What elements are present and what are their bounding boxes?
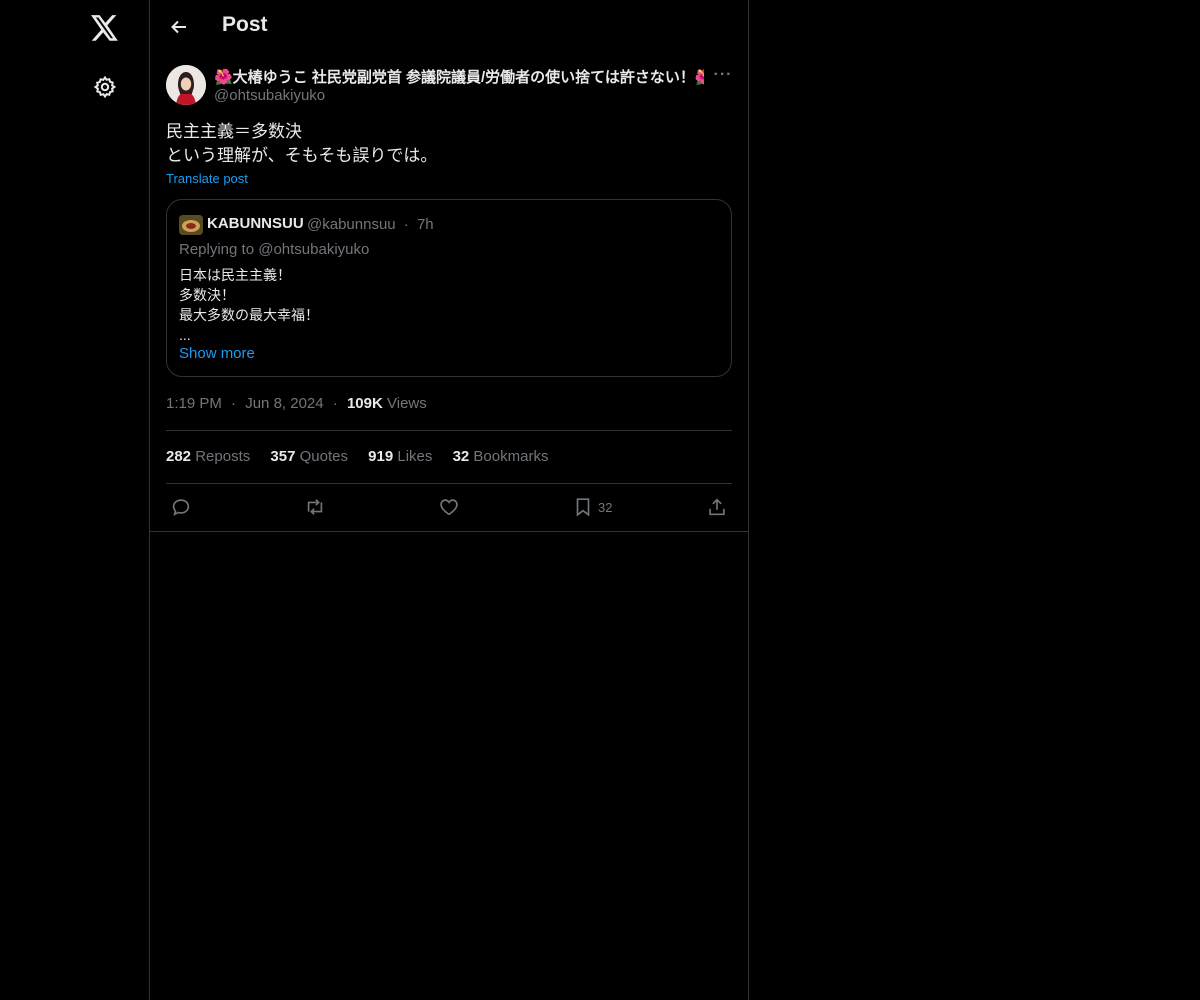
more-options-icon[interactable]: ··· xyxy=(712,65,734,85)
like-button[interactable] xyxy=(438,494,460,520)
bookmark-button[interactable]: 32 xyxy=(572,494,612,520)
reposts-label: Reposts xyxy=(195,448,251,465)
action-bar: 32 xyxy=(150,484,748,532)
page-title: Post xyxy=(222,13,268,36)
bookmarks-stat[interactable]: 32 Bookmarks xyxy=(453,448,549,465)
bookmarks-count: 32 xyxy=(452,448,470,465)
gear-icon[interactable] xyxy=(85,67,125,107)
quoted-author-name: KABUNNSUU xyxy=(207,215,304,232)
reposts-count: 282 xyxy=(166,448,192,465)
heart-icon xyxy=(440,499,458,516)
separator-dot: · xyxy=(403,216,409,233)
repost-icon xyxy=(307,499,323,515)
quoted-text-line: ... xyxy=(179,327,191,343)
show-more-link[interactable]: Show more xyxy=(179,345,255,362)
post-text-line: 民主主義＝多数決 xyxy=(166,122,302,141)
avatar[interactable] xyxy=(166,65,206,105)
engagement-stats: 282 Reposts 357 Quotes 919 Likes 32 Book… xyxy=(166,448,564,465)
separator-dot: · xyxy=(231,395,237,412)
sidebar xyxy=(0,0,150,1000)
author-handle[interactable]: @ohtsubakiyuko xyxy=(214,87,325,104)
post-date[interactable]: Jun 8, 2024 xyxy=(245,395,323,412)
reposts-stat[interactable]: 282 Reposts xyxy=(166,448,250,465)
quoted-author-handle: @kabunnsuu · 7h xyxy=(307,216,434,233)
views-count: 109K xyxy=(346,395,383,412)
back-arrow-icon[interactable] xyxy=(162,10,196,44)
post-text: 民主主義＝多数決 という理解が、そもそも誤りでは。 xyxy=(166,120,437,168)
bookmarks-label: Bookmarks xyxy=(473,448,549,465)
likes-stat[interactable]: 919 Likes xyxy=(368,448,432,465)
header: Post xyxy=(150,0,748,53)
bookmark-count: 32 xyxy=(598,499,613,515)
replying-to: Replying to @ohtsubakiyuko xyxy=(179,241,370,258)
quoted-time: 7h xyxy=(416,216,434,233)
quoted-text-line: 最大多数の最大幸福！ xyxy=(179,307,319,323)
quoted-text-line: 多数決！ xyxy=(179,287,235,303)
quoted-handle-text: @kabunnsuu xyxy=(307,216,396,233)
post-time[interactable]: 1:19 PM xyxy=(166,395,222,412)
quoted-text: 日本は民主主義！ 多数決！ 最大多数の最大幸福！ ... xyxy=(179,265,319,345)
post-column: Post 🌺大椿ゆうこ 社民党副党首 参議院議員/労働者の使い捨ては許さない！🌺… xyxy=(150,0,749,1000)
likes-label: Likes xyxy=(397,448,433,465)
repost-button[interactable] xyxy=(303,494,327,520)
quotes-count: 357 xyxy=(270,448,296,465)
divider xyxy=(166,430,732,431)
quoted-avatar xyxy=(179,215,203,235)
likes-count: 919 xyxy=(368,448,394,465)
x-logo-icon[interactable] xyxy=(85,8,125,48)
author-display-name[interactable]: 🌺大椿ゆうこ 社民党副党首 参議院議員/労働者の使い捨ては許さない！🌺 xyxy=(214,66,704,87)
share-icon xyxy=(709,498,725,516)
reply-button[interactable] xyxy=(170,494,192,520)
share-button[interactable] xyxy=(706,494,728,520)
post-metadata: 1:19 PM · Jun 8, 2024 · 109K Views xyxy=(166,395,427,412)
quoted-post[interactable]: KABUNNSUU @kabunnsuu · 7h Replying to @o… xyxy=(166,199,732,377)
separator-dot: · xyxy=(332,395,338,412)
post-text-line: という理解が、そもそも誤りでは。 xyxy=(166,146,438,165)
quotes-label: Quotes xyxy=(299,448,348,465)
bookmark-icon xyxy=(576,498,590,517)
views-label: Views xyxy=(387,395,427,412)
post-author: 🌺大椿ゆうこ 社民党副党首 参議院議員/労働者の使い捨ては許さない！🌺 @oht… xyxy=(166,65,732,105)
quotes-stat[interactable]: 357 Quotes xyxy=(270,448,348,465)
quoted-text-line: 日本は民主主義！ xyxy=(179,267,291,283)
translate-post-link[interactable]: Translate post xyxy=(166,171,248,186)
reply-icon xyxy=(172,499,190,516)
